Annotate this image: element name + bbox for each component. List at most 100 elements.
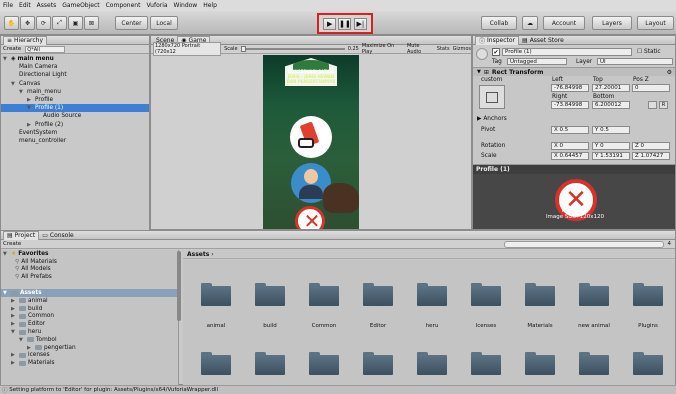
hierarchy-search-input[interactable]: Q*All xyxy=(25,45,66,53)
folder-icon[interactable] xyxy=(525,283,555,306)
hierarchy-item[interactable]: EventSystem xyxy=(1,129,149,137)
right-field[interactable]: -73.84998 xyxy=(551,101,589,109)
pause-button[interactable]: ❚❚ xyxy=(338,17,352,30)
pivot-toggle[interactable]: Center xyxy=(115,16,148,30)
folder-icon[interactable] xyxy=(579,352,609,375)
folder-icon[interactable] xyxy=(363,283,393,306)
layout-dropdown[interactable]: Layout xyxy=(637,16,674,30)
tree-scrollbar[interactable] xyxy=(177,251,181,321)
static-toggle[interactable]: ☐ Static xyxy=(637,49,661,55)
hierarchy-tab[interactable]: ≡ Hierarchy xyxy=(3,35,48,45)
expand-arrow-icon[interactable]: ▶ xyxy=(27,122,33,128)
project-search-input[interactable] xyxy=(503,240,664,248)
expand-arrow-icon[interactable]: ▼ xyxy=(27,105,33,111)
assets-root-item[interactable]: ▼ Assets xyxy=(1,289,178,297)
tag-dropdown[interactable]: Untagged xyxy=(507,58,567,65)
menu-window[interactable]: Window xyxy=(174,2,198,9)
rotate-tool-button[interactable]: ⟳ xyxy=(36,16,51,30)
rotation-z-field[interactable]: Z 0 xyxy=(632,142,670,150)
hierarchy-item[interactable]: Directional Light xyxy=(1,71,149,79)
scale-slider[interactable] xyxy=(240,46,345,52)
expand-arrow-icon[interactable]: ▼ xyxy=(3,251,9,257)
folder-icon[interactable] xyxy=(417,352,447,375)
preview-header[interactable]: Profile (1) xyxy=(473,165,675,174)
space-toggle[interactable]: Local xyxy=(150,16,178,30)
rotation-y-field[interactable]: Y 0 xyxy=(592,142,630,150)
hierarchy-item[interactable]: ▶ Profile (2) xyxy=(1,121,149,129)
expand-arrow-icon[interactable]: ▶ xyxy=(27,345,33,351)
scale-y-field[interactable]: Y 1.53191 xyxy=(592,152,630,160)
project-create-button[interactable]: Create xyxy=(3,241,21,247)
stats-toggle[interactable]: Stats xyxy=(437,46,450,52)
folder-icon[interactable] xyxy=(471,352,501,375)
menu-assets[interactable]: Assets xyxy=(37,2,57,9)
expand-arrow-icon[interactable]: ▶ xyxy=(11,306,17,312)
expand-arrow-icon[interactable]: ▼ xyxy=(3,290,9,296)
expand-arrow-icon[interactable]: ▶ xyxy=(11,360,17,366)
hierarchy-item[interactable]: Main Camera xyxy=(1,63,149,71)
hierarchy-item[interactable]: ▶ Profile xyxy=(1,96,149,104)
expand-arrow-icon[interactable]: ▶ xyxy=(27,97,33,103)
favorite-search-item[interactable]: ⚲ All Materials xyxy=(1,258,178,266)
folder-icon[interactable] xyxy=(201,283,231,306)
move-tool-button[interactable]: ✥ xyxy=(20,16,35,30)
resolution-dropdown[interactable]: 1280x720 Portrait (720x12 xyxy=(153,42,222,56)
hierarchy-item[interactable]: Audio Source xyxy=(1,112,149,120)
menu-component[interactable]: Component xyxy=(106,2,141,9)
blueprint-button[interactable] xyxy=(648,101,657,109)
menu-edit[interactable]: Edit xyxy=(19,2,31,9)
hierarchy-item[interactable]: ▼ main_menu xyxy=(1,88,149,96)
rect-transform-header[interactable]: ▼ ⊞ Rect Transform ⚙ xyxy=(473,67,675,76)
project-folder-item[interactable]: ▶ animal xyxy=(1,297,178,305)
folder-icon[interactable] xyxy=(363,352,393,375)
favorite-search-item[interactable]: ⚲ All Models xyxy=(1,266,178,274)
mute-toggle[interactable]: Mute Audio xyxy=(407,43,434,55)
favorite-search-item[interactable]: ⚲ All Prefabs xyxy=(1,273,178,281)
folder-icon[interactable] xyxy=(309,283,339,306)
inspector-tab[interactable]: ⓘ Inspector xyxy=(475,35,520,45)
breadcrumb-assets[interactable]: Assets xyxy=(187,251,209,258)
hierarchy-item[interactable]: ▼ Profile (1) xyxy=(1,104,149,113)
folder-icon[interactable] xyxy=(579,283,609,306)
gizmos-dropdown[interactable]: Gizmos xyxy=(453,46,471,52)
rect-tool-button[interactable]: ▣ xyxy=(68,16,83,30)
expand-arrow-icon[interactable]: ▼ xyxy=(11,81,17,87)
collab-button[interactable]: Collab xyxy=(481,16,517,30)
expand-arrow-icon[interactable]: ▶ xyxy=(11,352,17,358)
project-folder-item[interactable]: ▶ Materials xyxy=(1,359,178,367)
hierarchy-create-button[interactable]: Create xyxy=(3,46,21,52)
exit-button[interactable]: ✕ xyxy=(295,206,325,229)
scale-tool-button[interactable]: ⤢ xyxy=(52,16,67,30)
anchors-foldout[interactable]: ▶ Anchors xyxy=(477,116,507,122)
favorites-item[interactable]: ▼ ★ Favorites xyxy=(1,250,178,258)
menu-vuforia[interactable]: Vuforia xyxy=(146,2,167,9)
rotation-x-field[interactable]: X 0 xyxy=(551,142,589,150)
layer-dropdown[interactable]: UI xyxy=(597,58,673,65)
scale-slider-thumb[interactable] xyxy=(240,46,246,52)
folder-icon[interactable] xyxy=(471,283,501,306)
hierarchy-item[interactable]: menu_controller xyxy=(1,137,149,145)
posz-field[interactable]: 0 xyxy=(632,84,670,92)
component-settings-icon[interactable]: ⚙ xyxy=(667,69,672,76)
expand-arrow-icon[interactable]: ▼ xyxy=(19,337,25,343)
transform-tool-button[interactable]: ⊠ xyxy=(84,16,99,30)
menu-gameobject[interactable]: GameObject xyxy=(62,2,99,9)
scale-x-field[interactable]: X 0.64457 xyxy=(551,152,589,160)
expand-arrow-icon[interactable]: ▼ xyxy=(3,56,9,62)
project-folder-item[interactable]: ▶ pengertian xyxy=(1,344,178,352)
folder-icon[interactable] xyxy=(633,283,663,306)
anchor-presets-button[interactable] xyxy=(479,85,505,109)
scale-z-field[interactable]: Z 1.07427 xyxy=(632,152,670,160)
active-checkbox[interactable]: ✔ xyxy=(492,48,500,56)
hierarchy-item[interactable]: ▼ ◈ main menu xyxy=(1,55,149,63)
expand-arrow-icon[interactable]: ▼ xyxy=(19,89,25,95)
project-folder-item[interactable]: ▼ heru xyxy=(1,328,178,336)
pivot-x-field[interactable]: X 0.5 xyxy=(551,126,589,134)
menu-help[interactable]: Help xyxy=(203,2,217,9)
folder-icon[interactable] xyxy=(201,352,231,375)
project-folder-item[interactable]: ▶ lcenses xyxy=(1,352,178,360)
account-dropdown[interactable]: Account xyxy=(543,16,585,30)
expand-arrow-icon[interactable]: ▼ xyxy=(11,329,17,335)
folder-icon[interactable] xyxy=(525,352,555,375)
project-folder-item[interactable]: ▼ Tombol xyxy=(1,336,178,344)
